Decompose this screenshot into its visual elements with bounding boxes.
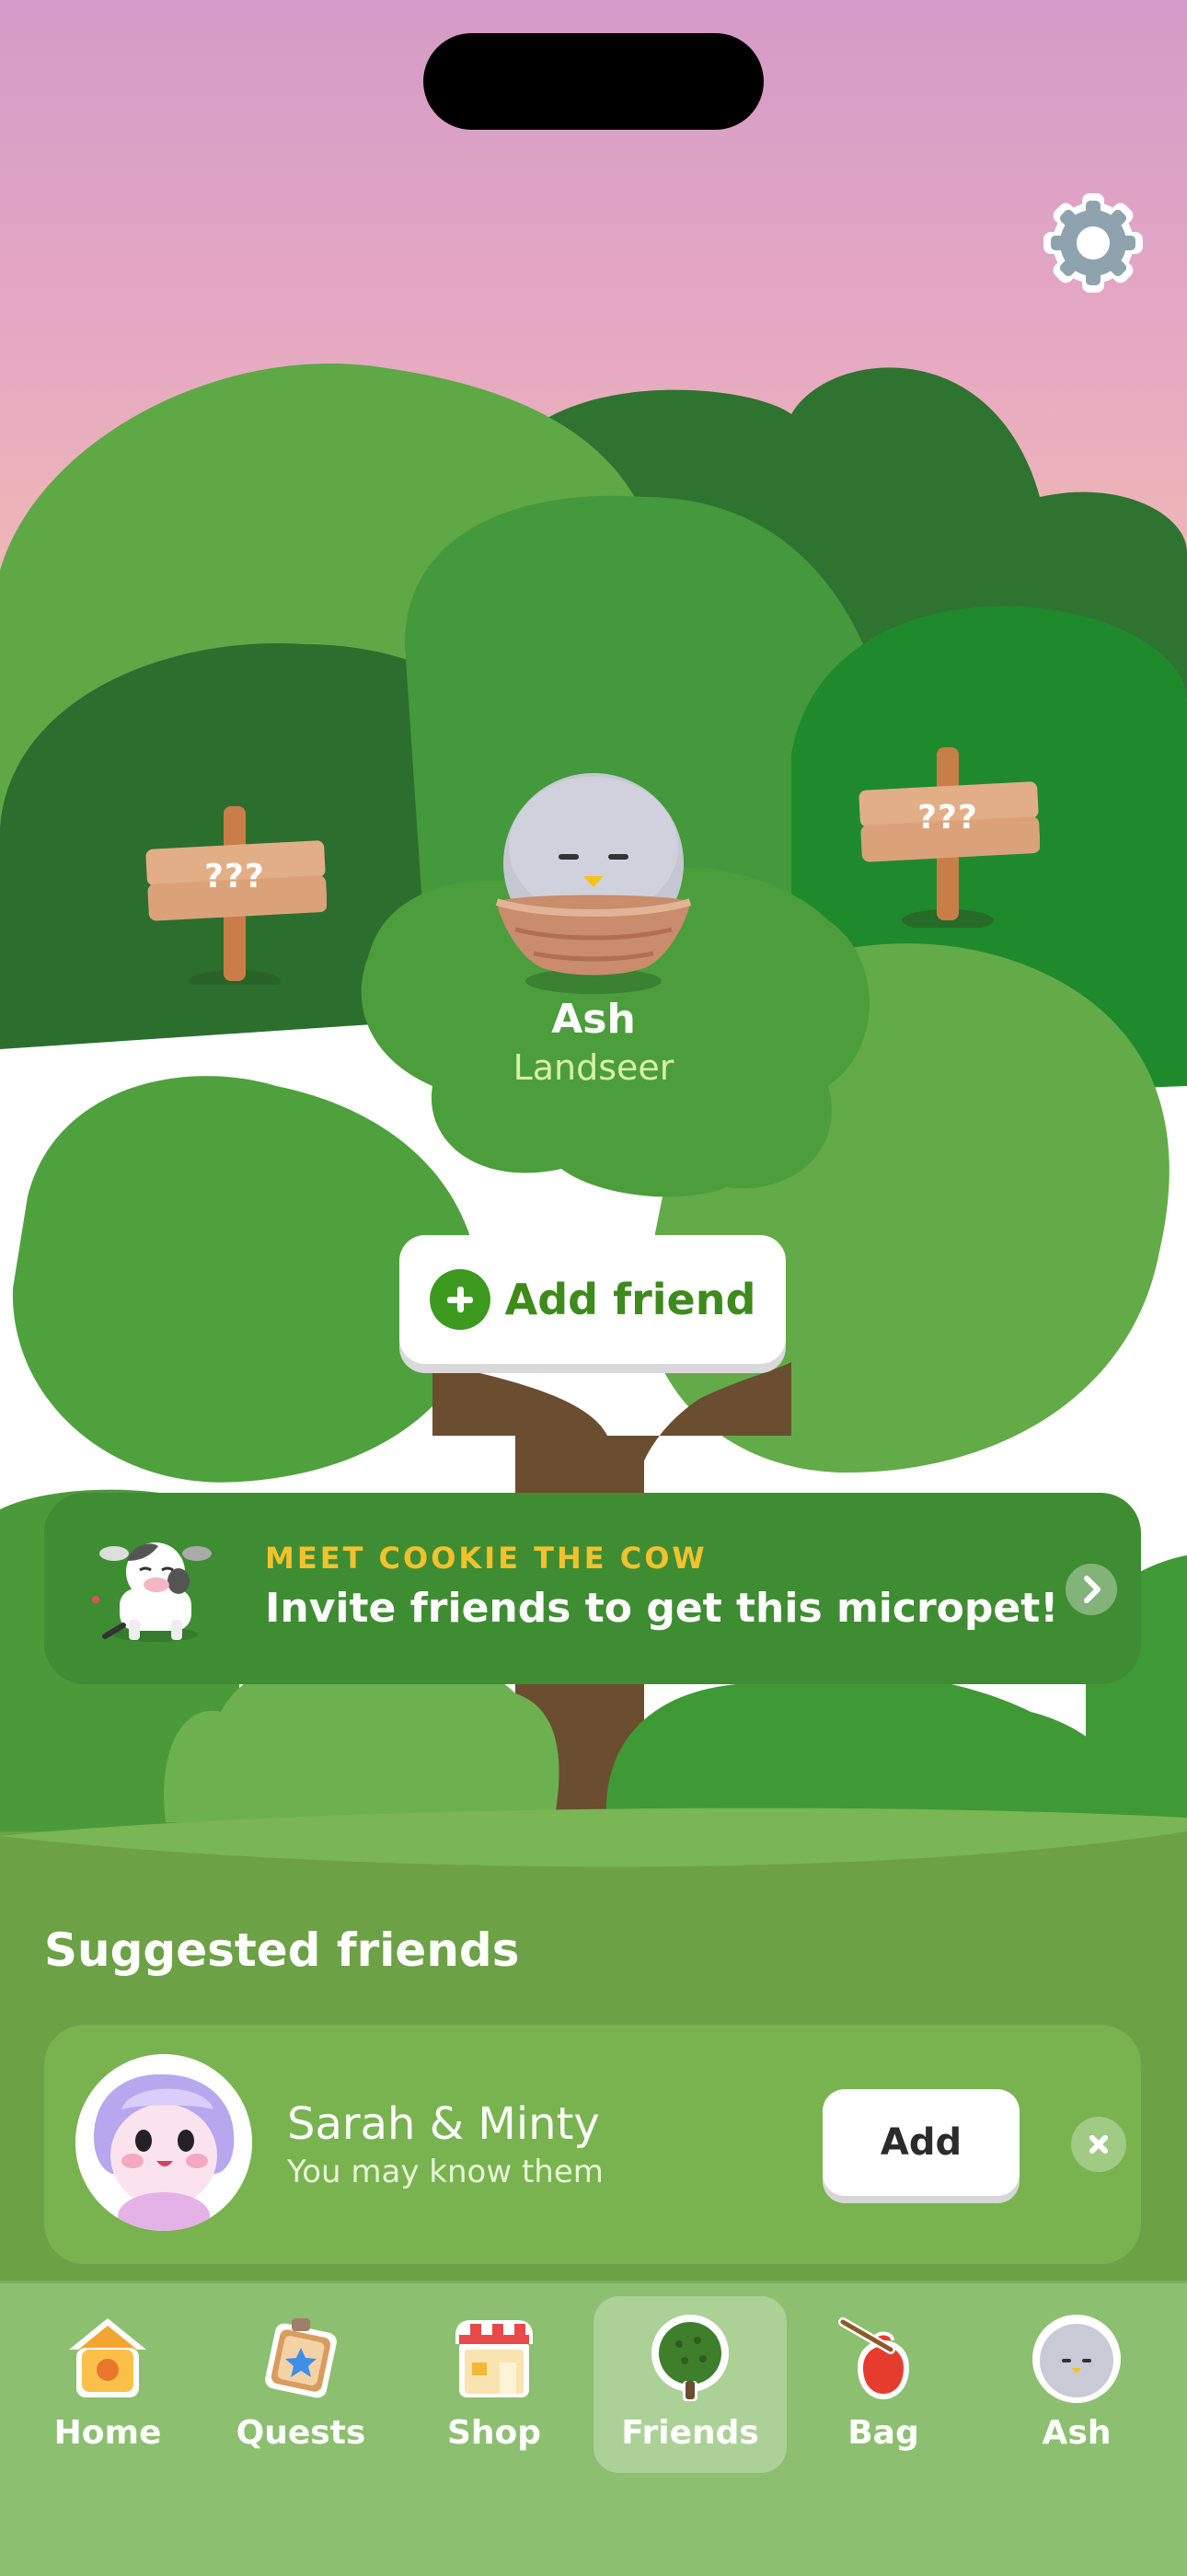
promo-kicker: MEET COOKIE THE COW (265, 1541, 708, 1576)
tree-icon (651, 2315, 729, 2401)
tab-label: Home (53, 2414, 162, 2452)
quest-map-icon (265, 2318, 337, 2398)
suggested-friends-title: Suggested friends (44, 1923, 520, 1977)
sign-label: ??? (917, 799, 978, 837)
tab-shop[interactable]: Shop (398, 2296, 591, 2473)
pet-name: Ash (551, 996, 636, 1043)
shop-icon (455, 2320, 533, 2397)
suggested-friend-card: Sarah & Minty You may know them Add (44, 2025, 1141, 2264)
add-suggested-friend-button[interactable]: Add (823, 2089, 1020, 2196)
tab-label: Friends (621, 2414, 759, 2452)
friend-subtitle: You may know them (287, 2154, 604, 2190)
plus-circle-icon (429, 1269, 490, 1330)
tab-quests[interactable]: Quests (204, 2296, 398, 2473)
bottom-tab-bar: Home Quests Shop Friends Bag Ash (0, 2281, 1187, 2576)
pet-in-nest[interactable] (488, 773, 699, 994)
friend-avatar (75, 2054, 252, 2231)
chevron-right-icon[interactable] (1066, 1564, 1117, 1615)
mystery-friend-sign-right[interactable]: ??? (856, 744, 1041, 931)
tab-pet-ash[interactable]: Ash (980, 2296, 1173, 2473)
tab-friends[interactable]: Friends (594, 2296, 787, 2473)
promo-text: Invite friends to get this micropet! (265, 1585, 1059, 1632)
dynamic-island (423, 33, 764, 130)
add-friend-button[interactable]: Add friend (399, 1235, 786, 1364)
pet-breed: Landseer (513, 1047, 674, 1088)
friend-name: Sarah & Minty (287, 2098, 600, 2150)
dismiss-suggestion-close-icon[interactable] (1071, 2117, 1126, 2172)
tab-home[interactable]: Home (11, 2296, 204, 2473)
tab-label: Ash (1042, 2414, 1112, 2452)
add-friend-label: Add friend (504, 1275, 756, 1324)
cookie-cow-promo-banner[interactable]: MEET COOKIE THE COW Invite friends to ge… (44, 1493, 1141, 1684)
settings-gear-icon[interactable] (1042, 191, 1145, 295)
sign-label: ??? (204, 858, 265, 895)
bag-icon (838, 2317, 909, 2399)
tab-label: Bag (847, 2414, 919, 2452)
tab-label: Shop (446, 2414, 542, 2452)
birdhouse-icon (69, 2318, 146, 2397)
mystery-friend-sign-left[interactable]: ??? (143, 801, 328, 992)
cow-icon (86, 1533, 225, 1647)
tab-bag[interactable]: Bag (787, 2296, 980, 2473)
tab-label: Quests (236, 2414, 366, 2452)
pet-avatar-icon (1032, 2315, 1121, 2403)
